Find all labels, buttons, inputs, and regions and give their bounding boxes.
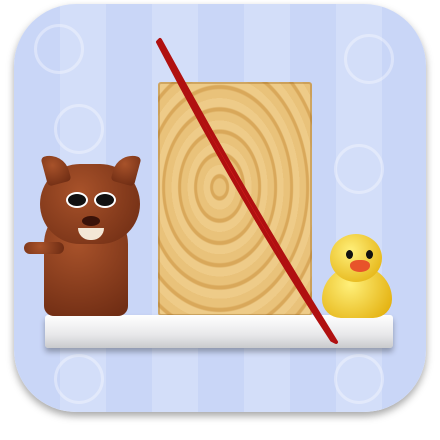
slash-line: [156, 38, 338, 344]
app-icon[interactable]: [14, 4, 426, 412]
